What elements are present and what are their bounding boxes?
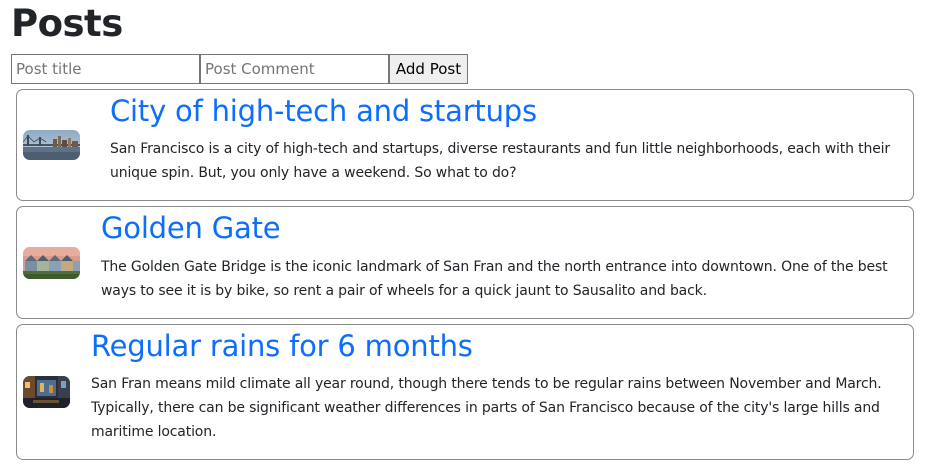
bay-bridge-skyline-image: [23, 130, 80, 160]
post-title-link[interactable]: Regular rains for 6 months: [91, 328, 473, 364]
post-card: Golden Gate The Golden Gate Bridge is th…: [16, 206, 914, 319]
page-title: Posts: [11, 2, 123, 45]
post-thumbnail: [23, 130, 80, 160]
post-title-link[interactable]: City of high-tech and startups: [110, 93, 537, 129]
post-text: San Fran means mild climate all year rou…: [91, 376, 882, 440]
add-post-form: Add Post: [11, 54, 468, 84]
post-text: The Golden Gate Bridge is the iconic lan…: [101, 259, 888, 299]
painted-ladies-houses-image: [23, 247, 80, 279]
post-card: City of high-tech and startups San Franc…: [16, 89, 914, 201]
post-thumbnail: [23, 247, 80, 279]
post-text: San Francisco is a city of high-tech and…: [110, 141, 891, 181]
post-title-input[interactable]: [11, 54, 200, 84]
post-comment-input[interactable]: [200, 54, 389, 84]
post-title-link[interactable]: Golden Gate: [101, 210, 281, 246]
post-card: Regular rains for 6 months San Fran mean…: [16, 324, 914, 460]
post-thumbnail: [23, 376, 70, 408]
page: Posts Add Post: [0, 0, 925, 464]
city-night-street-image: [23, 376, 70, 408]
add-post-button[interactable]: Add Post: [389, 54, 468, 84]
